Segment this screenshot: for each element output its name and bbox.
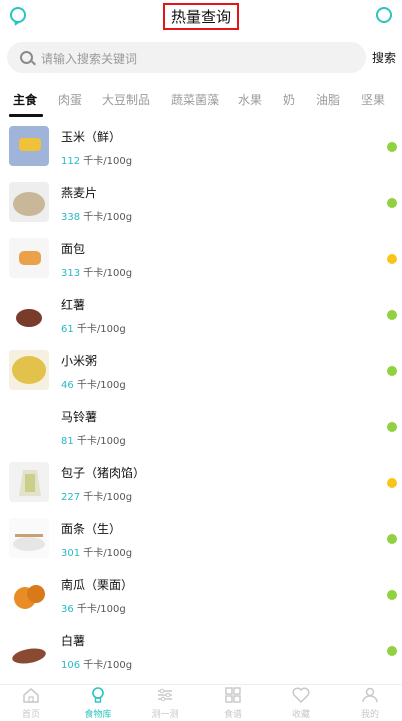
nav-label: 收藏 — [291, 710, 310, 720]
nav-home[interactable]: 首页 — [1, 687, 61, 721]
status-dot — [387, 422, 397, 432]
nav-recipes[interactable]: 食谱 — [203, 687, 263, 721]
status-dot — [387, 310, 397, 320]
search-bar: 请输入搜索关键词 搜索 — [0, 42, 402, 74]
list-item[interactable]: 面包 313 千卡/100g — [0, 232, 402, 288]
list-item[interactable]: 白薯 106 千卡/100g — [0, 624, 402, 680]
food-thumbnail — [9, 574, 49, 614]
status-dot — [387, 366, 397, 376]
tab-milk[interactable]: 奶 — [283, 91, 295, 108]
list-item[interactable]: 南瓜（栗面） 36 千卡/100g — [0, 568, 402, 624]
food-thumbnail — [9, 182, 49, 222]
nav-test[interactable]: 测一测 — [135, 687, 195, 721]
food-thumbnail — [9, 126, 49, 166]
tab-staple[interactable]: 主食 — [13, 91, 37, 108]
food-calories: 46 千卡/100g — [61, 380, 126, 391]
header: 热量查询 — [0, 0, 402, 36]
food-name: 小米粥 — [61, 354, 98, 368]
status-dot — [387, 478, 397, 488]
list-item[interactable]: 小米粥 46 千卡/100g — [0, 344, 402, 400]
nav-food-library[interactable]: 食物库 — [68, 687, 128, 721]
food-thumbnail — [9, 406, 49, 446]
tab-nuts[interactable]: 坚果 — [361, 91, 385, 108]
food-calories: 227 千卡/100g — [61, 492, 133, 503]
tab-vegetables[interactable]: 蔬菜菌藻 — [171, 91, 219, 108]
nav-profile[interactable]: 我的 — [340, 687, 400, 721]
nav-favorites[interactable]: 收藏 — [271, 687, 331, 721]
food-calories: 81 千卡/100g — [61, 436, 126, 447]
food-calories: 106 千卡/100g — [61, 660, 133, 671]
nav-label: 我的 — [360, 710, 379, 720]
search-input[interactable]: 请输入搜索关键词 — [7, 42, 366, 73]
list-item[interactable]: 燕麦片 338 千卡/100g — [0, 176, 402, 232]
bottom-nav: 首页 食物库 测一测 食谱 收藏 我的 — [0, 684, 402, 721]
search-button[interactable]: 搜索 — [372, 49, 396, 66]
status-dot — [387, 198, 397, 208]
food-name: 南瓜（栗面） — [61, 578, 134, 592]
food-thumbnail — [9, 518, 49, 558]
food-calories: 313 千卡/100g — [61, 268, 133, 279]
circle-icon[interactable] — [376, 7, 392, 23]
tab-fruit[interactable]: 水果 — [238, 91, 262, 108]
tab-soy[interactable]: 大豆制品 — [102, 91, 150, 108]
food-thumbnail — [9, 462, 49, 502]
food-name: 面包 — [61, 242, 86, 256]
food-name: 白薯 — [61, 634, 86, 648]
home-icon — [23, 688, 39, 703]
search-placeholder: 请输入搜索关键词 — [41, 52, 138, 66]
status-dot — [387, 534, 397, 544]
list-item[interactable]: 玉米（鲜） 112 千卡/100g — [0, 120, 402, 176]
nav-label: 首页 — [21, 710, 40, 720]
food-name: 燕麦片 — [61, 186, 98, 200]
food-thumbnail — [9, 350, 49, 390]
active-tab-indicator — [9, 114, 43, 117]
grid-icon — [225, 687, 241, 703]
sliders-icon — [158, 688, 172, 702]
page-title: 热量查询 — [163, 3, 239, 30]
food-thumbnail — [9, 238, 49, 278]
message-icon[interactable] — [10, 7, 26, 23]
heart-icon — [292, 687, 310, 703]
category-tabs: 主食 肉蛋 大豆制品 蔬菜菌藻 水果 奶 油脂 坚果 — [0, 86, 402, 118]
status-dot — [387, 254, 397, 264]
food-calories: 61 千卡/100g — [61, 324, 126, 335]
food-name: 包子（猪肉馅） — [61, 466, 146, 480]
status-dot — [387, 142, 397, 152]
food-calories: 36 千卡/100g — [61, 604, 126, 615]
status-dot — [387, 646, 397, 656]
user-icon — [362, 687, 378, 703]
nav-label: 食物库 — [84, 710, 112, 720]
status-dot — [387, 590, 397, 600]
bulb-icon — [92, 687, 104, 703]
food-name: 红薯 — [61, 298, 86, 312]
list-item[interactable]: 马铃薯 81 千卡/100g — [0, 400, 402, 456]
list-item[interactable]: 面条（生） 301 千卡/100g — [0, 512, 402, 568]
food-calories: 112 千卡/100g — [61, 156, 133, 167]
food-calories: 301 千卡/100g — [61, 548, 133, 559]
search-icon — [20, 51, 33, 64]
nav-label: 测一测 — [151, 710, 179, 720]
tab-oil[interactable]: 油脂 — [316, 91, 340, 108]
list-item[interactable]: 红薯 61 千卡/100g — [0, 288, 402, 344]
food-thumbnail — [9, 630, 49, 670]
food-name: 马铃薯 — [61, 410, 98, 424]
food-thumbnail — [9, 294, 49, 334]
food-calories: 338 千卡/100g — [61, 212, 133, 223]
food-name: 玉米（鲜） — [61, 130, 122, 144]
food-name: 面条（生） — [61, 522, 122, 536]
nav-label: 食谱 — [223, 710, 242, 720]
tab-meat-egg[interactable]: 肉蛋 — [58, 91, 82, 108]
list-item[interactable]: 包子（猪肉馅） 227 千卡/100g — [0, 456, 402, 512]
